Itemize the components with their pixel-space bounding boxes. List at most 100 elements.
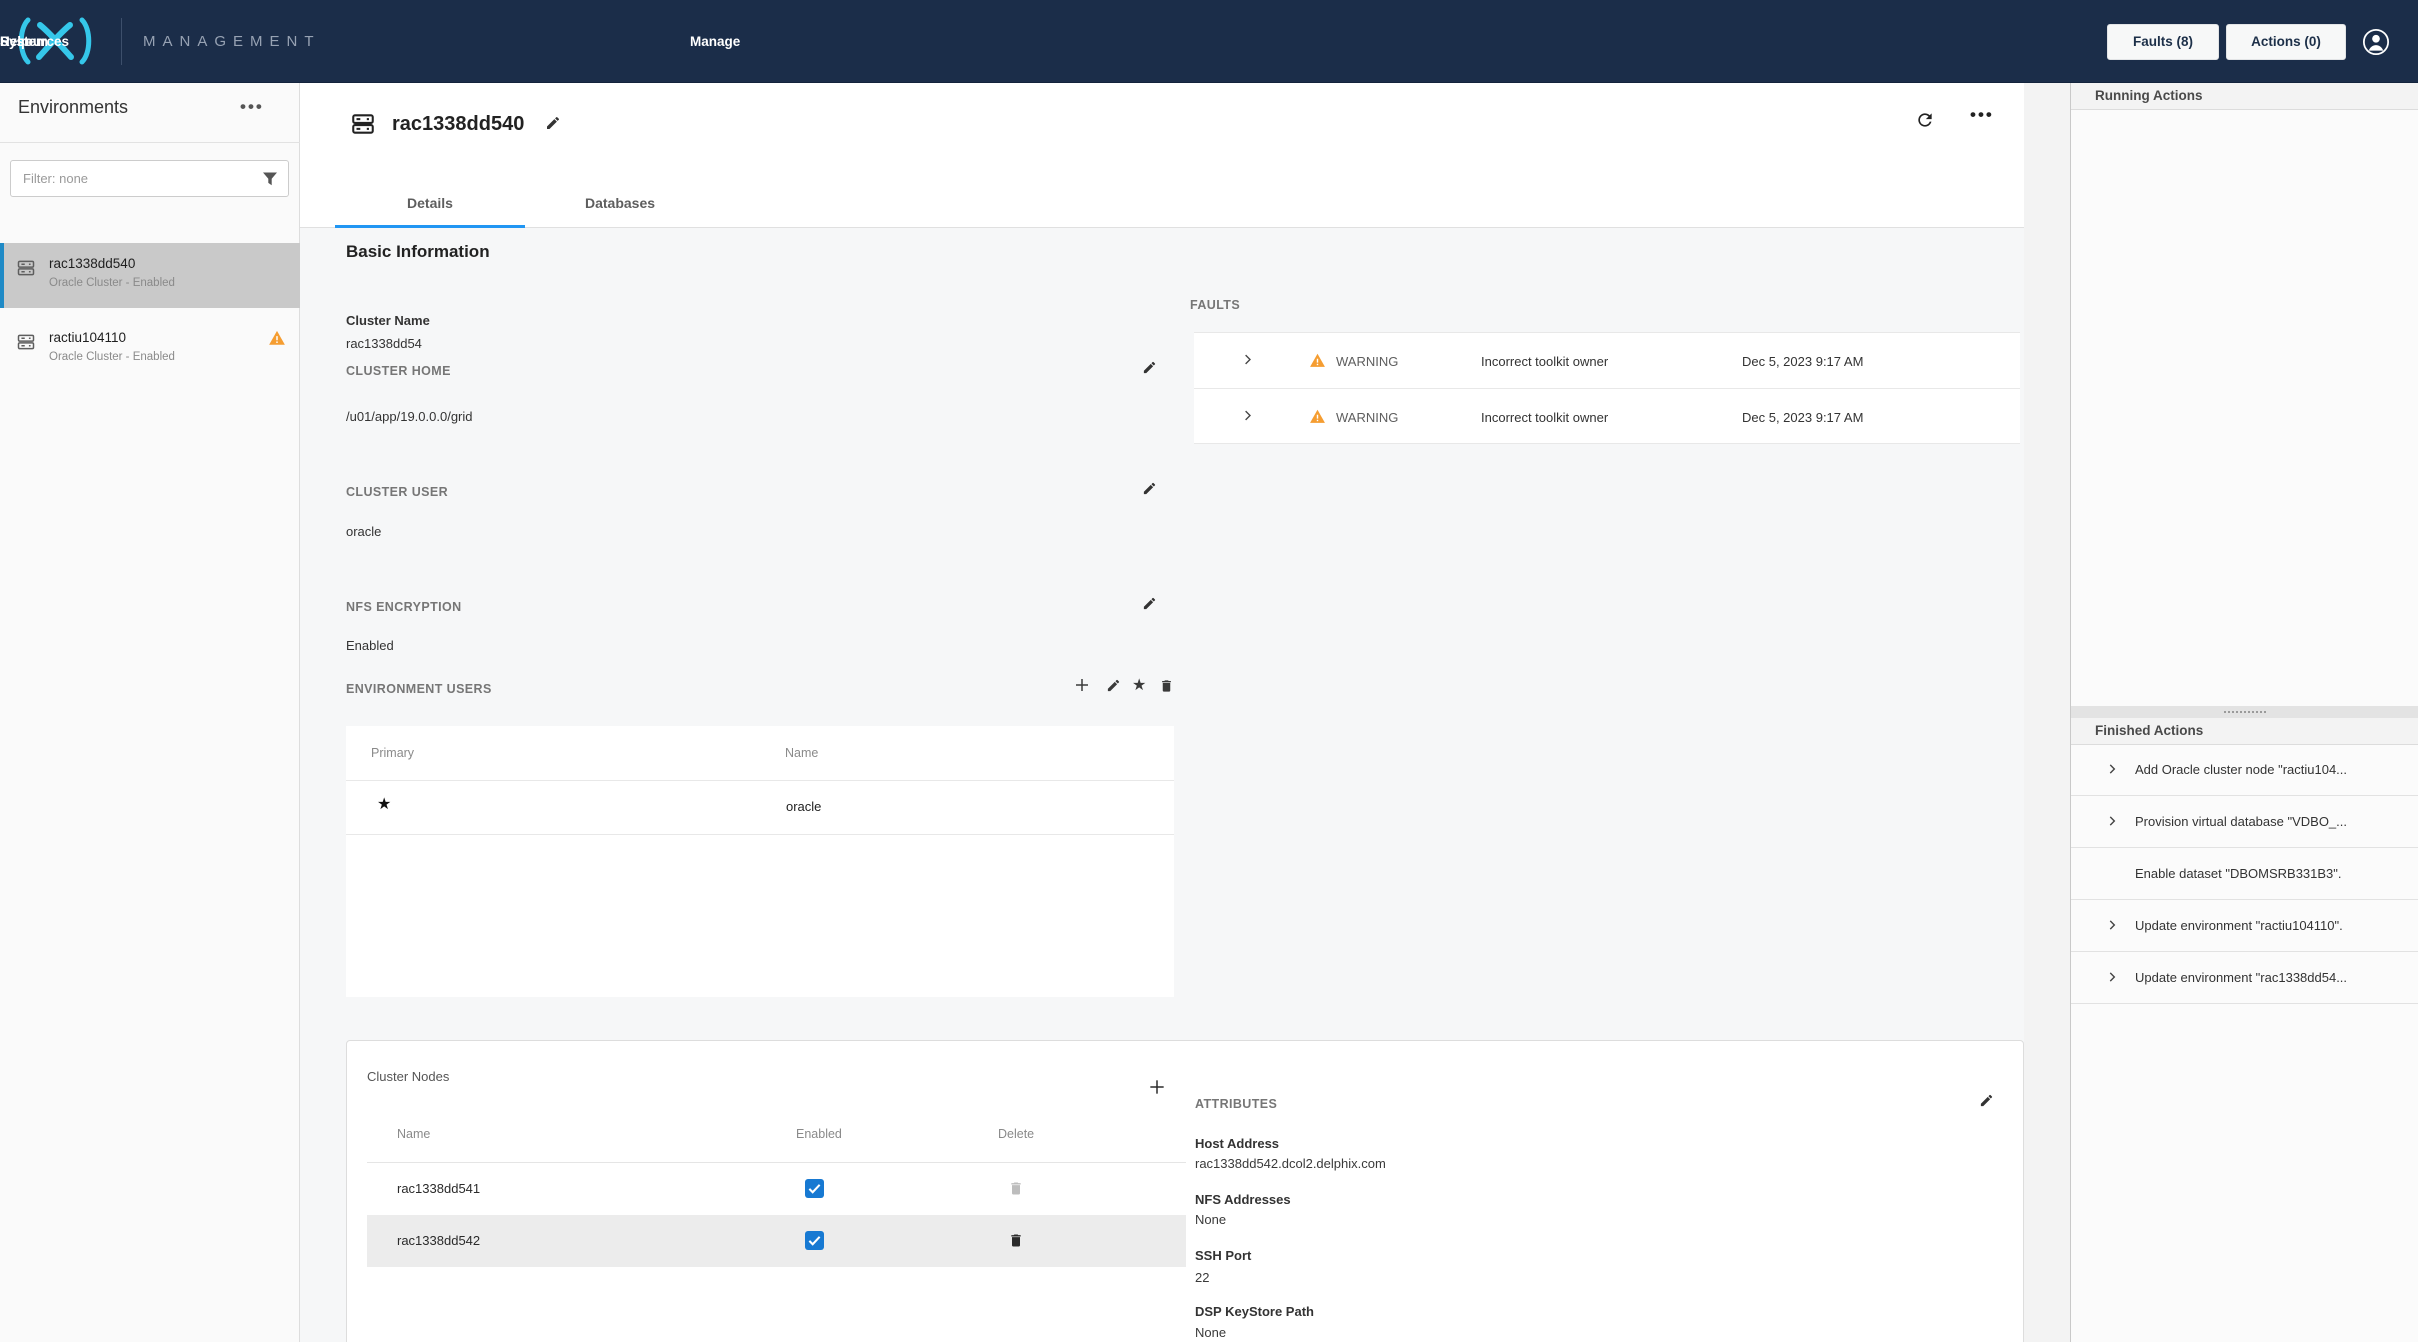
- finished-action-row[interactable]: Update environment "rac1338dd54...: [2071, 952, 2418, 1004]
- faults-section-label: FAULTS: [1190, 298, 1240, 312]
- user-name-cell: oracle: [786, 799, 821, 814]
- dsp-keystore-path-value: None: [1195, 1325, 1226, 1340]
- cluster-node-row[interactable]: rac1338dd542: [367, 1215, 1186, 1267]
- sidebar-item-ractiu104110[interactable]: ractiu104110 Oracle Cluster - Enabled: [0, 317, 300, 382]
- cluster-user-label: CLUSTER USER: [346, 485, 448, 499]
- environment-name: rac1338dd540: [49, 256, 135, 271]
- primary-star-icon: ★: [377, 794, 391, 814]
- page-title: rac1338dd540: [392, 113, 524, 136]
- environment-users-table: Primary Name ★ oracle: [346, 726, 1174, 997]
- details-content: Basic Information Cluster Name rac1338dd…: [300, 228, 2024, 1342]
- filter-funnel-icon[interactable]: [262, 171, 278, 187]
- finished-action-label: Update environment "ractiu104110".: [2135, 918, 2410, 933]
- finished-action-row[interactable]: Update environment "ractiu104110".: [2071, 900, 2418, 952]
- edit-user-pencil-icon[interactable]: [1106, 678, 1121, 693]
- faults-button[interactable]: Faults (8): [2107, 24, 2219, 60]
- ssh-port-value: 22: [1195, 1270, 1209, 1285]
- edit-cluster-user-pencil-icon[interactable]: [1142, 481, 1157, 496]
- cluster-nodes-card: Cluster Nodes Name Enabled Delete rac133…: [346, 1040, 2024, 1342]
- edit-nfs-encryption-pencil-icon[interactable]: [1142, 596, 1157, 611]
- cluster-node-row[interactable]: rac1338dd541: [367, 1163, 1186, 1215]
- add-user-plus-icon[interactable]: [1073, 676, 1091, 694]
- sidebar-title: Environments: [18, 97, 128, 118]
- expand-chevron-icon[interactable]: [2105, 970, 2119, 984]
- refresh-icon[interactable]: [1915, 110, 1935, 130]
- top-navigation-bar: MANAGEMENT Manage Resources System Help …: [0, 0, 2418, 83]
- column-header-primary: Primary: [371, 746, 414, 760]
- finished-action-row[interactable]: Provision virtual database "VDBO_...: [2071, 796, 2418, 848]
- cluster-home-label: CLUSTER HOME: [346, 364, 451, 378]
- expand-chevron-icon[interactable]: [1240, 352, 1255, 367]
- fault-row[interactable]: WARNING Incorrect toolkit owner Dec 5, 2…: [1194, 333, 2020, 388]
- ssh-port-label: SSH Port: [1195, 1248, 1251, 1263]
- environment-filter-input[interactable]: [11, 161, 288, 196]
- table-divider: [346, 780, 1174, 781]
- add-node-plus-icon[interactable]: [1147, 1077, 1167, 1097]
- environment-cluster-icon: [16, 332, 36, 352]
- expand-chevron-icon[interactable]: [2105, 814, 2119, 828]
- cluster-name-value: rac1338dd54: [346, 336, 422, 351]
- logo-separator: [121, 18, 122, 65]
- panel-splitter-handle[interactable]: [2071, 706, 2418, 718]
- enabled-checkbox[interactable]: [805, 1179, 824, 1198]
- environment-cluster-icon: [348, 111, 378, 137]
- splitter-grip-icon: [2224, 711, 2266, 714]
- cluster-user-value: oracle: [346, 524, 381, 539]
- environment-status: Oracle Cluster - Enabled: [49, 351, 175, 363]
- finished-action-row[interactable]: Add Oracle cluster node "ractiu104...: [2071, 744, 2418, 796]
- delphix-management-app: MANAGEMENT Manage Resources System Help …: [0, 0, 2418, 1342]
- environment-status: Oracle Cluster - Enabled: [49, 277, 175, 289]
- dsp-keystore-path-label: DSP KeyStore Path: [1195, 1304, 1314, 1319]
- fault-date: Dec 5, 2023 9:17 AM: [1742, 354, 1863, 369]
- table-divider: [346, 834, 1174, 835]
- expand-chevron-icon[interactable]: [2105, 762, 2119, 776]
- fault-row[interactable]: WARNING Incorrect toolkit owner Dec 5, 2…: [1194, 388, 2020, 443]
- delete-user-trash-icon[interactable]: [1159, 678, 1174, 694]
- expand-chevron-icon[interactable]: [2105, 918, 2119, 932]
- sidebar-item-rac1338dd540[interactable]: rac1338dd540 Oracle Cluster - Enabled: [0, 243, 300, 308]
- user-avatar-icon[interactable]: [2362, 28, 2390, 56]
- nav-help[interactable]: Help: [0, 0, 29, 83]
- edit-cluster-home-pencil-icon[interactable]: [1142, 360, 1157, 375]
- finished-action-row[interactable]: Enable dataset "DBOMSRB331B3".: [2071, 848, 2418, 900]
- expand-chevron-icon[interactable]: [1240, 408, 1255, 423]
- sidebar-overflow-menu-icon[interactable]: •••: [240, 97, 264, 117]
- environment-detail-view: rac1338dd540 ••• Details Databases Basic…: [300, 83, 2024, 1342]
- environment-cluster-icon: [16, 258, 36, 278]
- edit-attributes-pencil-icon[interactable]: [1979, 1093, 1994, 1108]
- actions-side-panel: Running Actions Finished Actions Add Ora…: [2070, 83, 2418, 1342]
- warning-icon: [1309, 352, 1326, 369]
- nfs-addresses-value: None: [1195, 1212, 1226, 1227]
- fault-severity: WARNING: [1336, 410, 1398, 425]
- tab-details[interactable]: Details: [335, 185, 525, 228]
- nfs-encryption-label: NFS ENCRYPTION: [346, 600, 462, 614]
- main-scroll-gutter: [2024, 83, 2070, 1342]
- finished-action-label: Enable dataset "DBOMSRB331B3".: [2135, 866, 2410, 881]
- warning-icon: [1309, 408, 1326, 425]
- delete-node-trash-icon[interactable]: [1008, 1232, 1024, 1249]
- nfs-encryption-value: Enabled: [346, 638, 394, 653]
- environment-overflow-menu-icon[interactable]: •••: [1970, 105, 1994, 125]
- finished-action-label: Provision virtual database "VDBO_...: [2135, 814, 2410, 829]
- tab-databases[interactable]: Databases: [525, 185, 715, 228]
- node-name-cell: rac1338dd542: [397, 1233, 480, 1248]
- set-primary-star-icon[interactable]: ★: [1132, 675, 1146, 695]
- column-header-delete: Delete: [998, 1127, 1034, 1141]
- delete-node-trash-icon[interactable]: [1008, 1180, 1024, 1197]
- nav-manage[interactable]: Manage: [690, 0, 740, 83]
- edit-title-pencil-icon[interactable]: [545, 115, 561, 131]
- finished-action-label: Update environment "rac1338dd54...: [2135, 970, 2410, 985]
- column-header-enabled: Enabled: [796, 1127, 842, 1141]
- actions-button[interactable]: Actions (0): [2226, 24, 2346, 60]
- finished-actions-header: Finished Actions: [2071, 718, 2418, 745]
- fault-date: Dec 5, 2023 9:17 AM: [1742, 410, 1863, 425]
- detail-tabs: Details Databases: [300, 185, 2024, 228]
- basic-information-heading: Basic Information: [346, 242, 490, 262]
- environments-sidebar: Environments ••• rac1338dd540 Oracle Clu…: [0, 83, 300, 1342]
- brand-label: MANAGEMENT: [143, 0, 321, 83]
- host-address-value: rac1338dd542.dcol2.delphix.com: [1195, 1156, 1386, 1171]
- environment-name: ractiu104110: [49, 330, 126, 345]
- environment-header: rac1338dd540 •••: [300, 83, 2024, 185]
- attributes-label: ATTRIBUTES: [1195, 1097, 1277, 1111]
- enabled-checkbox[interactable]: [805, 1231, 824, 1250]
